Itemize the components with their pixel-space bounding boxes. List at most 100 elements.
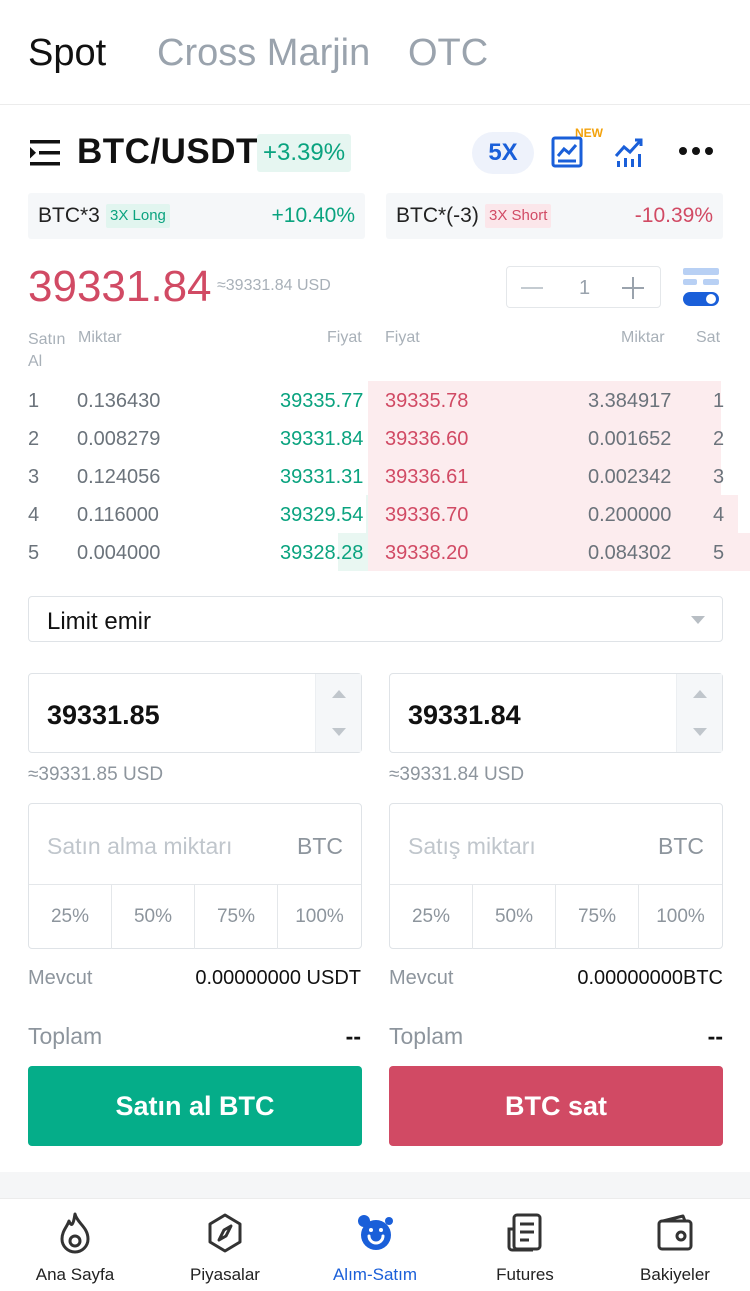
nav-label: Futures	[496, 1265, 554, 1284]
sell-amount-unit: BTC	[658, 833, 704, 859]
leveraged-token-name: BTC*(-3)	[396, 204, 479, 227]
leverage-button[interactable]: 5X	[472, 132, 534, 174]
orderbook-row[interactable]: 4 0.116000 39329.54 39336.70 0.200000 4	[0, 495, 750, 533]
bid-price[interactable]: 39335.77	[280, 390, 363, 413]
nav-trade[interactable]: Alım-Satım	[300, 1199, 450, 1291]
nav-label: Bakiyeler	[640, 1265, 710, 1284]
pair-name[interactable]: BTC/USDT	[77, 132, 258, 172]
orderbook-row[interactable]: 5 0.004000 39328.28 39338.20 0.084302 5	[0, 533, 750, 571]
buy-available-label: Mevcut	[28, 967, 93, 989]
nav-home[interactable]: Ana Sayfa	[0, 1199, 150, 1291]
market-type-tabs: Spot Cross Marjin OTC	[0, 0, 750, 105]
chevron-down-icon	[691, 616, 705, 624]
ob-header-buy: Satın Al	[28, 331, 66, 370]
long-tag: 3X Long	[106, 204, 170, 228]
ask-index: 5	[713, 542, 725, 564]
sell-amount-box: Satış miktarı BTC 25% 50% 75% 100%	[389, 803, 723, 949]
sell-available-value: 0.00000000BTC	[577, 967, 723, 989]
sell-price-stepper	[676, 674, 722, 752]
buy-amount-input[interactable]: Satın alma miktarı	[47, 833, 232, 860]
bid-price[interactable]: 39331.84	[280, 428, 363, 451]
ob-header-sell: Sat	[696, 329, 721, 346]
orderbook-layout-icon[interactable]	[680, 266, 722, 308]
nav-markets[interactable]: Piyasalar	[150, 1199, 300, 1291]
leveraged-token-long[interactable]: BTC*3 3X Long +10.40%	[28, 193, 365, 239]
bid-index: 5	[28, 542, 40, 564]
orderbook-row[interactable]: 1 0.136430 39335.77 39335.78 3.384917 1	[0, 381, 750, 419]
sell-pct-75[interactable]: 75%	[556, 885, 639, 949]
ask-qty: 0.084302	[588, 542, 672, 564]
sell-pct-25[interactable]: 25%	[390, 885, 473, 949]
ask-qty: 0.002342	[588, 466, 672, 488]
bid-qty: 0.004000	[77, 542, 161, 564]
bid-qty: 0.136430	[77, 390, 161, 412]
order-type-value: Limit emir	[47, 608, 152, 635]
orderbook-row[interactable]: 2 0.008279 39331.84 39336.60 0.001652 2	[0, 419, 750, 457]
increment-arrow-icon[interactable]	[332, 690, 346, 698]
last-price: 39331.84	[28, 262, 212, 311]
ask-index: 4	[713, 504, 725, 526]
bid-index: 3	[28, 466, 40, 488]
order-type-select[interactable]: Limit emir	[28, 596, 723, 642]
ask-price[interactable]: 39336.61	[385, 466, 468, 489]
sell-total-value: --	[707, 1023, 723, 1049]
sell-price-value: 39331.84	[408, 700, 521, 730]
ask-price[interactable]: 39338.20	[385, 542, 468, 565]
sell-amount-input[interactable]: Satış miktarı	[408, 833, 536, 860]
buy-total-label: Toplam	[28, 1023, 103, 1049]
bid-index: 2	[28, 428, 40, 450]
ask-index: 1	[713, 390, 725, 412]
ask-index: 2	[713, 428, 725, 450]
ask-price[interactable]: 39336.60	[385, 428, 468, 451]
bid-price[interactable]: 39328.28	[280, 542, 363, 565]
nav-label: Ana Sayfa	[35, 1265, 115, 1284]
buy-pct-100[interactable]: 100%	[278, 885, 361, 949]
orderbook-row[interactable]: 3 0.124056 39331.31 39336.61 0.002342 3	[0, 457, 750, 495]
ask-index: 3	[713, 466, 725, 488]
bid-price[interactable]: 39329.54	[280, 504, 363, 527]
tab-otc[interactable]: OTC	[408, 32, 488, 75]
bid-index: 4	[28, 504, 40, 526]
sell-price-input[interactable]: 39331.84	[389, 673, 723, 753]
buy-button[interactable]: Satın al BTC	[28, 1066, 362, 1146]
decrement-arrow-icon[interactable]	[693, 728, 707, 736]
sell-button[interactable]: BTC sat	[389, 1066, 723, 1146]
buy-price-value: 39331.85	[47, 700, 160, 730]
tab-cross-margin[interactable]: Cross Marjin	[157, 32, 370, 75]
decrement-arrow-icon[interactable]	[332, 728, 346, 736]
compass-icon	[208, 1213, 242, 1253]
buy-pct-25[interactable]: 25%	[29, 885, 112, 949]
buy-pct-75[interactable]: 75%	[195, 885, 278, 949]
nav-label: Alım-Satım	[332, 1265, 418, 1284]
section-divider	[0, 1172, 750, 1198]
leveraged-token-short[interactable]: BTC*(-3) 3X Short -10.39%	[386, 193, 723, 239]
sell-pct-50[interactable]: 50%	[473, 885, 556, 949]
more-icon[interactable]	[678, 146, 714, 156]
nav-balances[interactable]: Bakiyeler	[600, 1199, 750, 1291]
buy-amount-box: Satın alma miktarı BTC 25% 50% 75% 100%	[28, 803, 362, 949]
increment-arrow-icon[interactable]	[693, 690, 707, 698]
bid-index: 1	[28, 390, 40, 412]
plus-icon-vertical[interactable]	[632, 277, 634, 299]
sell-pct-100[interactable]: 100%	[639, 885, 722, 949]
bid-price[interactable]: 39331.31	[280, 466, 363, 489]
menu-icon[interactable]	[30, 138, 62, 168]
bid-qty: 0.124056	[77, 466, 161, 488]
buy-pct-50[interactable]: 50%	[112, 885, 195, 949]
buy-price-input[interactable]: 39331.85	[28, 673, 362, 753]
nav-futures[interactable]: Futures	[450, 1199, 600, 1291]
depth-chart-icon[interactable]	[613, 134, 647, 170]
buy-amount-unit: BTC	[297, 833, 343, 859]
ob-header-price: Fiyat	[327, 329, 362, 346]
ask-price[interactable]: 39335.78	[385, 390, 468, 413]
tab-spot[interactable]: Spot	[28, 32, 106, 75]
ask-price[interactable]: 39336.70	[385, 504, 468, 527]
leveraged-token-change: -10.39%	[634, 204, 713, 227]
document-icon	[507, 1213, 542, 1252]
ob-header-price: Fiyat	[385, 329, 420, 346]
nav-label: Piyasalar	[190, 1265, 260, 1284]
bid-qty: 0.008279	[77, 428, 161, 450]
pair-change-badge: +3.39%	[257, 134, 352, 172]
kline-chart-icon[interactable]	[551, 134, 585, 170]
leveraged-token-name: BTC*3	[38, 204, 100, 227]
